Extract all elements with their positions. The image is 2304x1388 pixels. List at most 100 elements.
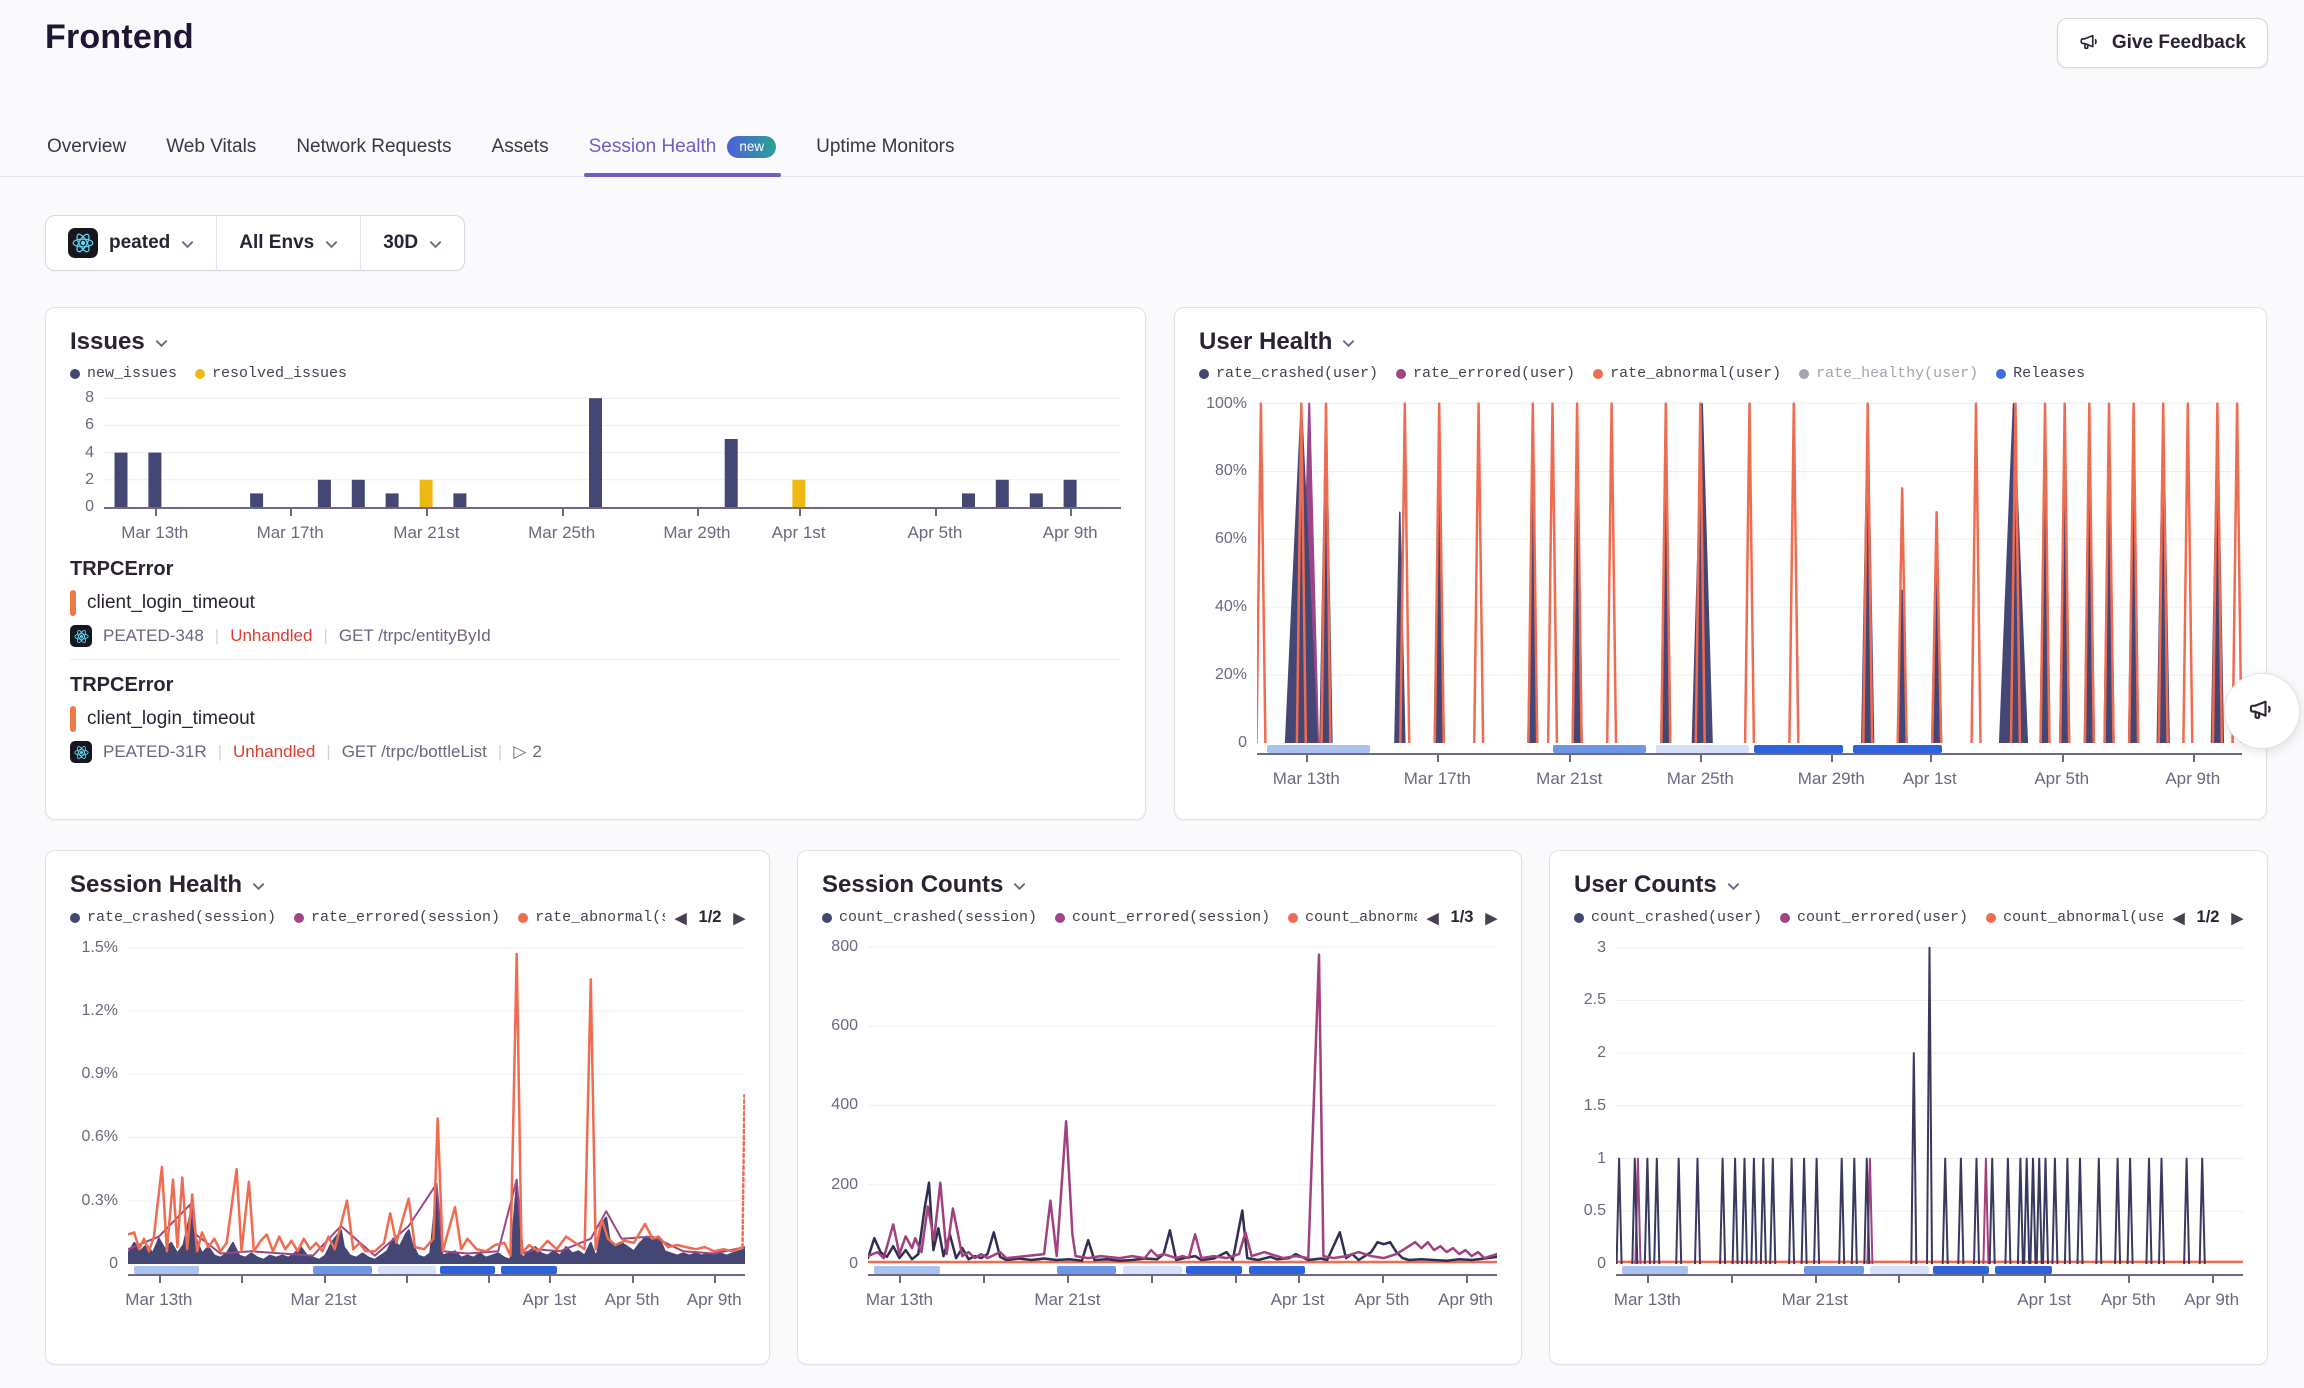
bottom-panel-row: Session Health rate_crashed(session)rate…: [45, 850, 2259, 1365]
legend-pager: ◀ 1/3 ▶: [1427, 908, 1497, 927]
issue-item[interactable]: TRPCErrorclient_login_timeoutPEATED-348|…: [70, 544, 1121, 659]
release-bar[interactable]: [440, 1266, 496, 1274]
legend-item[interactable]: rate_crashed(session): [70, 909, 276, 926]
react-project-icon: [70, 625, 92, 647]
legend-item[interactable]: count_abnormal(user): [1986, 909, 2163, 926]
pager-next-icon[interactable]: ▶: [733, 909, 745, 927]
release-bar[interactable]: [1656, 745, 1750, 753]
y-tick-label: 40%: [1199, 598, 1247, 616]
tab-uptime-monitors[interactable]: Uptime Monitors: [814, 120, 956, 176]
page-title: Frontend: [45, 18, 194, 57]
y-tick-label: 800: [822, 938, 858, 956]
x-tick-label: Mar 13th: [125, 1290, 192, 1310]
legend-item[interactable]: count_errored(session): [1055, 909, 1270, 926]
release-bar[interactable]: [1057, 1266, 1117, 1274]
release-bar[interactable]: [1933, 1266, 1989, 1274]
legend-dot: [1799, 369, 1809, 379]
issue-item[interactable]: TRPCErrorclient_login_timeoutPEATED-31R|…: [70, 659, 1121, 775]
y-tick-label: 8: [70, 389, 94, 407]
session-counts-panel-title[interactable]: Session Counts: [822, 871, 1497, 899]
release-bar[interactable]: [1853, 745, 1942, 753]
pager-prev-icon[interactable]: ◀: [675, 909, 687, 927]
y-tick-label: 2: [1574, 1044, 1606, 1062]
legend-label: rate_errored(user): [1413, 365, 1575, 382]
release-bar[interactable]: [313, 1266, 372, 1274]
session-health-panel-title[interactable]: Session Health: [70, 871, 745, 899]
release-bar[interactable]: [378, 1266, 437, 1274]
tab-session-health[interactable]: Session Healthnew: [587, 120, 779, 176]
divider: |: [215, 626, 219, 646]
session-counts-panel: Session Counts count_crashed(session) cou…: [797, 850, 1522, 1365]
user-health-panel-title[interactable]: User Health: [1199, 328, 2242, 356]
legend-item[interactable]: Releases: [1996, 365, 2085, 382]
release-bar[interactable]: [1267, 745, 1370, 753]
release-bar[interactable]: [1804, 1266, 1864, 1274]
tab-network-requests[interactable]: Network Requests: [294, 120, 453, 176]
tab-bar: Overview Web Vitals Network Requests Assets…: [0, 120, 2304, 177]
legend-item[interactable]: rate_healthy(user): [1799, 365, 1978, 382]
tab-assets[interactable]: Assets: [490, 120, 551, 176]
tab-label: Session Health: [589, 136, 717, 158]
y-tick-label: 20%: [1199, 666, 1247, 684]
legend-item[interactable]: rate_crashed(user): [1199, 365, 1378, 382]
legend-item[interactable]: rate_abnormal(user): [1593, 365, 1781, 382]
give-feedback-button[interactable]: Give Feedback: [2057, 18, 2268, 68]
user-health-legend: rate_crashed(user) rate_errored(user) rate…: [1199, 365, 2242, 382]
legend-label: count_abnormal(session): [1305, 909, 1417, 926]
release-bar[interactable]: [1754, 745, 1843, 753]
release-bar[interactable]: [1186, 1266, 1243, 1274]
release-bar[interactable]: [874, 1266, 940, 1274]
user-counts-chart: 00.511.522.53Mar 13thMar 21stApr 1stApr …: [1574, 935, 2243, 1309]
release-bar[interactable]: [1870, 1266, 1930, 1274]
pager-next-icon[interactable]: ▶: [2231, 909, 2243, 927]
release-track: [1257, 745, 2242, 753]
legend-item[interactable]: new_issues: [70, 365, 177, 382]
release-bar[interactable]: [1995, 1266, 2051, 1274]
legend-item[interactable]: count_abnormal(session): [1288, 909, 1417, 926]
legend-item[interactable]: rate_errored(user): [1396, 365, 1575, 382]
x-tick-label: Apr 1st: [1271, 1290, 1325, 1310]
release-bar[interactable]: [1249, 1266, 1306, 1274]
environment-selector[interactable]: All Envs: [216, 216, 360, 270]
date-range-selector[interactable]: 30D: [360, 216, 464, 270]
project-selector[interactable]: peated: [46, 216, 216, 270]
x-tick-label: Apr 1st: [522, 1290, 576, 1310]
release-bar[interactable]: [1123, 1266, 1183, 1274]
pager-next-icon[interactable]: ▶: [1485, 909, 1497, 927]
legend-item[interactable]: rate_errored(session): [294, 909, 500, 926]
x-tick-label: Apr 1st: [1903, 769, 1957, 789]
floating-feedback-button[interactable]: [2224, 673, 2300, 749]
x-tick-label: Apr 9th: [2165, 769, 2220, 789]
release-bar[interactable]: [134, 1266, 199, 1274]
pager-prev-icon[interactable]: ◀: [1427, 909, 1439, 927]
legend-item[interactable]: count_crashed(user): [1574, 909, 1762, 926]
y-tick-label: 200: [822, 1176, 858, 1194]
x-axis-labels: Mar 13thMar 21stApr 1stApr 5thApr 9th: [868, 1283, 1497, 1309]
issues-panel-title[interactable]: Issues: [70, 328, 1121, 356]
legend-dot: [70, 369, 80, 379]
y-tick-label: 3: [1574, 939, 1606, 957]
legend-item[interactable]: rate_abnormal(session): [518, 909, 665, 926]
y-tick-label: 0: [822, 1255, 858, 1273]
megaphone-icon: [2079, 32, 2101, 54]
legend-dot: [822, 913, 832, 923]
release-bar[interactable]: [1622, 1266, 1688, 1274]
chevron-down-icon: [429, 240, 442, 249]
legend-dot: [1574, 913, 1584, 923]
release-bar[interactable]: [501, 1266, 557, 1274]
x-axis-labels: Mar 13thMar 21stApr 1stApr 5thApr 9th: [1616, 1283, 2243, 1309]
legend-item[interactable]: count_errored(user): [1780, 909, 1968, 926]
x-tick-label: Mar 29th: [663, 523, 730, 543]
session-health-legend: rate_crashed(session) rate_errored(sessio…: [70, 908, 745, 927]
tab-overview[interactable]: Overview: [45, 120, 128, 176]
pager-prev-icon[interactable]: ◀: [2173, 909, 2185, 927]
user-counts-panel-title[interactable]: User Counts: [1574, 871, 2243, 899]
release-bar[interactable]: [1553, 745, 1647, 753]
legend-item[interactable]: count_crashed(session): [822, 909, 1037, 926]
tab-label: Assets: [492, 136, 549, 158]
legend-label: count_crashed(session): [839, 909, 1037, 926]
legend-item[interactable]: resolved_issues: [195, 365, 347, 382]
issue-message: client_login_timeout: [87, 592, 255, 614]
top-panel-row: Issues new_issuesresolved_issues 02468Ma…: [45, 307, 2259, 820]
tab-web-vitals[interactable]: Web Vitals: [164, 120, 258, 176]
